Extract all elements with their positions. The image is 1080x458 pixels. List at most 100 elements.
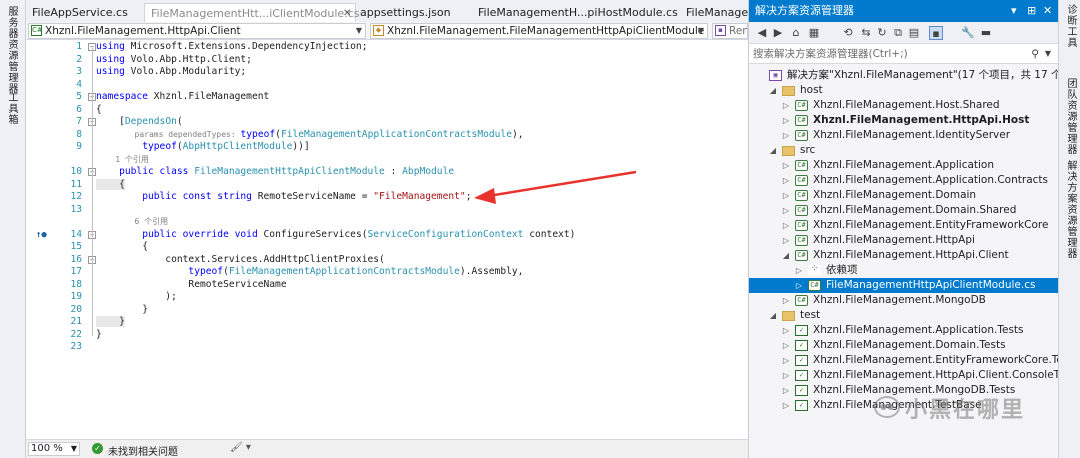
toolbox-tab[interactable]: 工具箱 xyxy=(4,92,19,125)
code-line[interactable]: 4 xyxy=(26,79,748,92)
tree-item[interactable]: ▷ C# Xhznl.FileManagement.HttpApi.Host xyxy=(749,113,1059,128)
forward-icon[interactable]: ▶ xyxy=(771,26,785,40)
code-line[interactable]: 16− context.Services.AddHttpClientProxie… xyxy=(26,254,748,267)
tree-item[interactable]: ▷ ✓ Xhznl.FileManagement.Application.Tests xyxy=(749,323,1059,338)
tree-item[interactable]: ▷ ✓ Xhznl.FileManagement.HttpApi.Client.Co… xyxy=(749,368,1080,383)
pin-icon[interactable]: ⊞ xyxy=(1027,0,1036,22)
diagnostics-tab[interactable]: 诊断工具 xyxy=(1063,4,1078,48)
code-line[interactable]: 21 } xyxy=(26,316,748,329)
close-icon[interactable]: ✕ xyxy=(343,4,351,23)
tree-item[interactable]: ▷ C# Xhznl.FileManagement.EntityFrameworkC… xyxy=(749,218,1059,233)
tab-appsettings[interactable]: appsettings.json xyxy=(360,3,451,22)
tab-httpapihostmodule[interactable]: FileManagementH...piHostModule.cs xyxy=(478,3,678,22)
tree-item[interactable]: ▷ C# Xhznl.FileManagement.Domain.Shared xyxy=(749,203,1059,218)
tree-item[interactable]: ▷ C# Xhznl.FileManagement.IdentityServer xyxy=(749,128,1059,143)
code-line[interactable]: 2 using Volo.Abp.Http.Client; xyxy=(26,54,748,67)
code-text-area[interactable]: 1− using Microsoft.Extensions.DependencyI… xyxy=(26,40,748,439)
code-line[interactable]: 12 public const string RemoteServiceName… xyxy=(26,191,748,204)
code-line[interactable]: 11 { xyxy=(26,178,748,192)
code-line[interactable]: 6{ xyxy=(26,104,748,117)
tree-item[interactable]: ▷ C# Xhznl.FileManagement.Host.Shared xyxy=(749,98,1059,113)
wrench-icon[interactable]: 🔧 xyxy=(961,26,975,40)
preview-icon[interactable]: ▪ xyxy=(929,26,943,40)
code-line[interactable]: 14−↑● public override void ConfigureServ… xyxy=(26,229,748,242)
code-line[interactable]: 13 xyxy=(26,204,748,217)
tree-item[interactable]: ▷ C# Xhznl.FileManagement.HttpApi xyxy=(749,233,1059,248)
tree-item[interactable]: ▷ ✓ Xhznl.FileManagement.Domain.Tests xyxy=(749,338,1059,353)
dash-icon[interactable]: ▬ xyxy=(979,26,993,40)
tree-item[interactable]: ▣ 解决方案"Xhznl.FileManagement"(17 个项目，共 17 … xyxy=(749,68,1066,83)
collapsed-arrow-icon[interactable]: ▷ xyxy=(781,203,791,218)
code-line[interactable]: 22} xyxy=(26,329,748,342)
tree-item[interactable]: ▷ C# Xhznl.FileManagement.Application xyxy=(749,158,1059,173)
tree-item[interactable]: ▷ C# FileManagementHttpApiClientModule.cs xyxy=(749,278,1059,293)
expanded-arrow-icon[interactable]: ◢ xyxy=(768,143,778,158)
collapsed-arrow-icon[interactable]: ▷ xyxy=(781,368,791,383)
collapsed-arrow-icon[interactable]: ▷ xyxy=(781,128,791,143)
close-icon[interactable]: ✕ xyxy=(1043,0,1052,22)
expanded-arrow-icon[interactable]: ◢ xyxy=(781,248,791,263)
show-all-files-icon[interactable]: ▤ xyxy=(907,26,921,40)
tab-fileappservice[interactable]: FileAppService.cs xyxy=(32,3,128,22)
collapsed-arrow-icon[interactable]: ▷ xyxy=(781,353,791,368)
member-dropdown[interactable]: ▪ Ren xyxy=(712,23,748,39)
sync-icon[interactable]: ⇆ xyxy=(859,26,873,40)
back-icon[interactable]: ◀ xyxy=(755,26,769,40)
collapsed-arrow-icon[interactable]: ▷ xyxy=(781,398,791,413)
code-line[interactable]: 18 RemoteServiceName xyxy=(26,279,748,292)
project-dropdown[interactable]: C# Xhznl.FileManagement.HttpApi.Client ▼ xyxy=(28,23,366,39)
collapsed-arrow-icon[interactable]: ▷ xyxy=(781,158,791,173)
refresh-icon[interactable]: ↻ xyxy=(875,26,889,40)
expanded-arrow-icon[interactable]: ◢ xyxy=(768,308,778,323)
collapsed-arrow-icon[interactable]: ▷ xyxy=(781,218,791,233)
code-line[interactable]: 10− public class FileManagementHttpApiCl… xyxy=(26,166,748,179)
code-line[interactable]: 20 } xyxy=(26,304,748,317)
code-line[interactable]: 8 params dependedTypes: typeof(FileManag… xyxy=(26,129,748,142)
expanded-arrow-icon[interactable]: ◢ xyxy=(768,83,778,98)
collapse-all-icon[interactable]: ⧉ xyxy=(891,26,905,40)
tree-item[interactable]: ◢ C# Xhznl.FileManagement.HttpApi.Client xyxy=(749,248,1059,263)
tree-item[interactable]: ◢ src xyxy=(749,143,1059,158)
tree-item[interactable]: ▷ C# Xhznl.FileManagement.Domain xyxy=(749,188,1059,203)
solution-search-input[interactable]: 搜索解决方案资源管理器(Ctrl+;) ⚲ ▼ xyxy=(749,44,1059,64)
collapsed-arrow-icon[interactable]: ▷ xyxy=(794,263,804,278)
tree-item[interactable]: ◢ test xyxy=(749,308,1059,323)
collapsed-arrow-icon[interactable]: ▷ xyxy=(781,188,791,203)
tree-item[interactable]: ◢ host xyxy=(749,83,1059,98)
override-indicator-icon[interactable]: ↑● xyxy=(36,229,47,242)
collapsed-arrow-icon[interactable]: ▷ xyxy=(781,383,791,398)
tree-item[interactable]: ▷ C# Xhznl.FileManagement.MongoDB xyxy=(749,293,1059,308)
collapsed-arrow-icon[interactable]: ▷ xyxy=(781,173,791,188)
brush-icon[interactable]: 🖌 ▾ xyxy=(230,442,251,453)
zoom-dropdown[interactable]: 100 % ▼ xyxy=(28,442,80,456)
collapsed-arrow-icon[interactable]: ▷ xyxy=(781,323,791,338)
server-explorer-tab[interactable]: 服务器资源管理器 xyxy=(4,6,19,94)
home-icon[interactable]: ⌂ xyxy=(789,26,803,40)
collapsed-arrow-icon[interactable]: ▷ xyxy=(781,293,791,308)
code-line[interactable]: 1− using Microsoft.Extensions.DependencyI… xyxy=(26,41,748,54)
window-position-icon[interactable]: ▾ xyxy=(1011,0,1017,22)
tree-item[interactable]: ▷ ⁘ 依赖项 xyxy=(749,263,1059,278)
solution-explorer-tab[interactable]: 解决方案资源管理器 xyxy=(1063,160,1078,259)
code-line[interactable]: 17 typeof(FileManagementApplicationContr… xyxy=(26,266,748,279)
code-line[interactable]: 3 using Volo.Abp.Modularity; xyxy=(26,66,748,79)
team-explorer-tab[interactable]: 团队资源管理器 xyxy=(1063,78,1078,155)
codelens-reference[interactable]: 6 个引用 xyxy=(26,216,748,229)
collapsed-arrow-icon[interactable]: ▷ xyxy=(781,113,791,128)
code-line[interactable]: 23 xyxy=(26,341,748,354)
pending-changes-icon[interactable]: ⟲ xyxy=(841,26,855,40)
class-dropdown[interactable]: ◆ Xhznl.FileManagement.FileManagementHtt… xyxy=(370,23,708,39)
tab-httpapiclientmodule[interactable]: FileManagementHtt...iClientModule.cs ✕ xyxy=(144,3,359,23)
code-line[interactable]: 19 ); xyxy=(26,291,748,304)
tree-item[interactable]: ▷ ✓ Xhznl.FileManagement.EntityFrameworkCo… xyxy=(749,353,1078,368)
code-line[interactable]: 15 { xyxy=(26,241,748,254)
chevron-down-icon[interactable]: ▼ xyxy=(1045,44,1051,64)
codelens-reference[interactable]: 1 个引用 xyxy=(26,154,748,167)
tree-item[interactable]: ▷ C# Xhznl.FileManagement.Application.Cont… xyxy=(749,173,1059,188)
code-line[interactable]: 9 typeof(AbpHttpClientModule))] xyxy=(26,141,748,154)
collapsed-arrow-icon[interactable]: ▷ xyxy=(781,338,791,353)
issues-status[interactable]: 未找到相关问题 xyxy=(108,443,178,458)
collapsed-arrow-icon[interactable]: ▷ xyxy=(781,233,791,248)
code-line[interactable]: 7− [DependsOn( xyxy=(26,116,748,129)
collapsed-arrow-icon[interactable]: ▷ xyxy=(794,278,804,293)
